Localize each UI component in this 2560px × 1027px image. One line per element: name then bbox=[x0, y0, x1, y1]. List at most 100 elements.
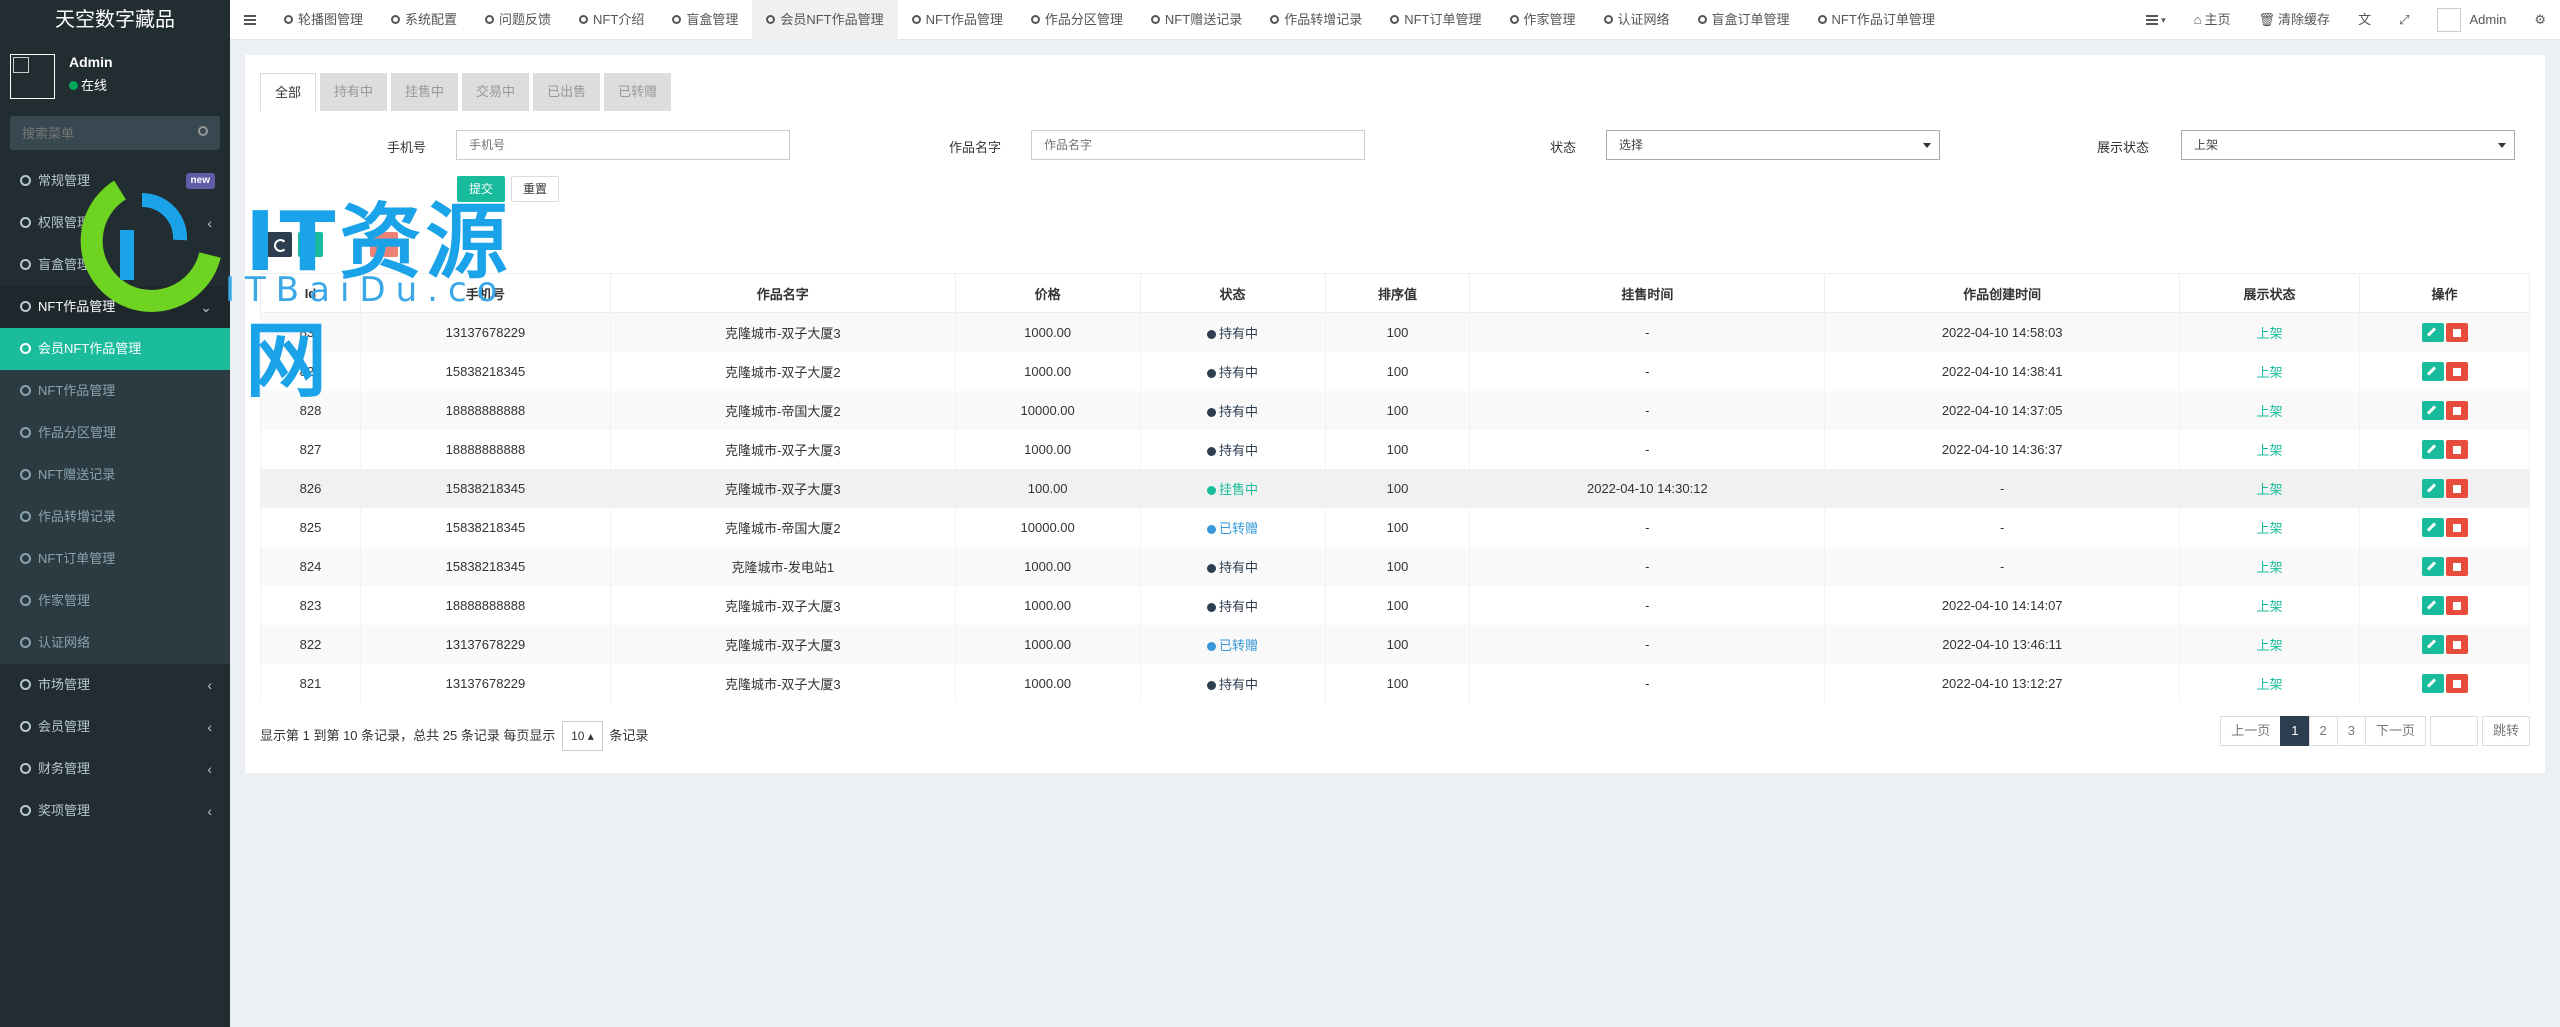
show-status-toggle[interactable]: 上架 bbox=[2257, 599, 2283, 614]
tab-all[interactable]: 全部 bbox=[260, 73, 317, 111]
tab-trading[interactable]: 交易中 bbox=[462, 73, 530, 111]
edit-button[interactable] bbox=[2421, 673, 2444, 693]
tab-member-nft[interactable]: 会员NFT作品管理 bbox=[752, 0, 898, 40]
tab-cert-network[interactable]: 认证网络 bbox=[1590, 0, 1684, 40]
show-status-toggle[interactable]: 上架 bbox=[2257, 638, 2283, 653]
tab-gift-log[interactable]: NFT赠送记录 bbox=[1137, 0, 1256, 40]
tab-carousel[interactable]: 轮播图管理 bbox=[270, 0, 377, 40]
edit-button[interactable] bbox=[2421, 322, 2444, 342]
tab-nft-work-orders[interactable]: NFT作品订单管理 bbox=[1804, 0, 1949, 40]
col-price[interactable]: 价格 bbox=[954, 273, 1141, 313]
tab-nft-intro[interactable]: NFT介绍 bbox=[565, 0, 658, 40]
edit-button[interactable] bbox=[2421, 439, 2444, 459]
edit-button[interactable] bbox=[2421, 361, 2444, 381]
tab-zone[interactable]: 作品分区管理 bbox=[1017, 0, 1137, 40]
col-created[interactable]: 作品创建时间 bbox=[1824, 273, 2181, 313]
prev-page-button[interactable]: 上一页 bbox=[2220, 716, 2282, 746]
fullscreen-button[interactable]: ⤢ bbox=[2385, 0, 2423, 40]
col-status[interactable]: 状态 bbox=[1139, 273, 1326, 313]
page-1-button[interactable]: 1 bbox=[2280, 716, 2310, 746]
edit-button[interactable] bbox=[2421, 634, 2444, 654]
show-status-toggle[interactable]: 上架 bbox=[2257, 560, 2283, 575]
sidebar-item-finance[interactable]: 财务管理 ‹ bbox=[0, 748, 230, 790]
table-row[interactable]: 828 18888888888 克隆城市-帝国大厦2 10000.00 持有中 100-2… bbox=[260, 390, 2530, 430]
col-sort[interactable]: 排序值 bbox=[1324, 273, 1471, 313]
work-name-input[interactable] bbox=[1031, 130, 1365, 160]
tab-on-sale[interactable]: 挂售中 bbox=[391, 73, 459, 111]
sidebar-item-zone[interactable]: 作品分区管理 bbox=[0, 412, 230, 454]
language-button[interactable]: 文 bbox=[2344, 0, 2385, 40]
col-show-status[interactable]: 展示状态 bbox=[2179, 273, 2360, 313]
table-row[interactable]: 829 15838218345 克隆城市-双子大厦2 1000.00 持有中 100-20… bbox=[260, 351, 2530, 391]
delete-row-button[interactable] bbox=[2445, 361, 2468, 381]
tab-nft-works[interactable]: NFT作品管理 bbox=[898, 0, 1017, 40]
tab-blindbox[interactable]: 盲盒管理 bbox=[658, 0, 752, 40]
tab-list-dropdown[interactable]: ▾ bbox=[2132, 0, 2180, 40]
show-status-toggle[interactable]: 上架 bbox=[2257, 677, 2283, 692]
show-status-toggle[interactable]: 上架 bbox=[2257, 443, 2283, 458]
delete-row-button[interactable] bbox=[2445, 517, 2468, 537]
edit-button[interactable] bbox=[2421, 400, 2444, 420]
tab-feedback[interactable]: 问题反馈 bbox=[471, 0, 565, 40]
clear-cache-button[interactable]: 🗑 清除缓存 bbox=[2245, 0, 2345, 40]
table-row[interactable]: 824 15838218345 克隆城市-发电站1 1000.00 持有中 100- - 上架 bbox=[260, 546, 2530, 586]
sidebar-item-authors[interactable]: 作家管理 bbox=[0, 580, 230, 622]
col-work-name[interactable]: 作品名字 bbox=[609, 273, 956, 313]
sidebar-item-market[interactable]: 市场管理 ‹ bbox=[0, 664, 230, 706]
search-icon[interactable] bbox=[198, 126, 208, 136]
phone-input[interactable] bbox=[456, 130, 790, 160]
delete-row-button[interactable] bbox=[2445, 439, 2468, 459]
tab-nft-orders[interactable]: NFT订单管理 bbox=[1376, 0, 1495, 40]
show-status-toggle[interactable]: 上架 bbox=[2257, 482, 2283, 497]
edit-button[interactable] bbox=[2421, 478, 2444, 498]
sidebar-item-cert-network[interactable]: 认证网络 bbox=[0, 622, 230, 664]
show-status-select[interactable]: 上架 bbox=[2181, 130, 2515, 160]
tab-sold[interactable]: 已出售 bbox=[533, 73, 601, 111]
edit-button[interactable] bbox=[2421, 595, 2444, 615]
delete-row-button[interactable] bbox=[2445, 478, 2468, 498]
jump-button[interactable]: 跳转 bbox=[2481, 716, 2530, 746]
settings-button[interactable]: ⚙ bbox=[2520, 0, 2560, 40]
app-logo[interactable]: 天空数字藏品 bbox=[0, 0, 230, 40]
sidebar-item-transfer-log[interactable]: 作品转增记录 bbox=[0, 496, 230, 538]
sidebar-search-input[interactable] bbox=[10, 116, 220, 150]
sidebar-item-member-nft[interactable]: 会员NFT作品管理 bbox=[0, 328, 230, 370]
home-link[interactable]: ⌂ 主页 bbox=[2180, 0, 2245, 40]
table-row[interactable]: 823 18888888888 克隆城市-双子大厦3 1000.00 持有中 100-20… bbox=[260, 585, 2530, 625]
page-3-button[interactable]: 3 bbox=[2336, 716, 2366, 746]
tab-transferred[interactable]: 已转赠 bbox=[604, 73, 672, 111]
sidebar-item-gift-log[interactable]: NFT赠送记录 bbox=[0, 454, 230, 496]
tab-holding[interactable]: 持有中 bbox=[320, 73, 388, 111]
table-row[interactable]: 822 13137678229 克隆城市-双子大厦3 1000.00 已转赠 100-20… bbox=[260, 624, 2530, 664]
page-2-button[interactable]: 2 bbox=[2308, 716, 2338, 746]
delete-row-button[interactable] bbox=[2445, 673, 2468, 693]
sidebar-item-members[interactable]: 会员管理 ‹ bbox=[0, 706, 230, 748]
edit-button[interactable] bbox=[2421, 517, 2444, 537]
show-status-toggle[interactable]: 上架 bbox=[2257, 521, 2283, 536]
next-page-button[interactable]: 下一页 bbox=[2364, 716, 2426, 746]
delete-row-button[interactable] bbox=[2445, 322, 2468, 342]
tab-blindbox-orders[interactable]: 盲盒订单管理 bbox=[1684, 0, 1804, 40]
table-row[interactable]: 825 15838218345 克隆城市-帝国大厦2 10000.00 已转赠 100- -… bbox=[260, 507, 2530, 547]
jump-page-input[interactable] bbox=[2429, 716, 2478, 746]
status-select[interactable]: 选择 bbox=[1606, 130, 1940, 160]
tab-authors[interactable]: 作家管理 bbox=[1496, 0, 1590, 40]
col-sale-time[interactable]: 挂售时间 bbox=[1469, 273, 1826, 313]
show-status-toggle[interactable]: 上架 bbox=[2257, 365, 2283, 380]
sidebar-item-awards[interactable]: 奖项管理 ‹ bbox=[0, 790, 230, 832]
delete-row-button[interactable] bbox=[2445, 556, 2468, 576]
delete-row-button[interactable] bbox=[2445, 634, 2468, 654]
delete-row-button[interactable] bbox=[2445, 400, 2468, 420]
sidebar-item-nft-orders[interactable]: NFT订单管理 bbox=[0, 538, 230, 580]
delete-row-button[interactable] bbox=[2445, 595, 2468, 615]
edit-button[interactable] bbox=[2421, 556, 2444, 576]
tab-system-config[interactable]: 系统配置 bbox=[377, 0, 471, 40]
sidebar-toggle[interactable] bbox=[230, 0, 270, 40]
show-status-toggle[interactable]: 上架 bbox=[2257, 404, 2283, 419]
tab-transfer-log[interactable]: 作品转增记录 bbox=[1256, 0, 1376, 40]
page-size-dropdown[interactable]: 10 ▴ bbox=[562, 721, 603, 751]
table-row[interactable]: 830 13137678229 克隆城市-双子大厦3 1000.00 持有中 100-20… bbox=[260, 312, 2530, 352]
table-row[interactable]: 827 18888888888 克隆城市-双子大厦3 1000.00 持有中 100-20… bbox=[260, 429, 2530, 469]
admin-menu[interactable]: Admin bbox=[2423, 0, 2520, 40]
table-row[interactable]: 821 13137678229 克隆城市-双子大厦3 1000.00 持有中 100-20… bbox=[260, 663, 2530, 703]
